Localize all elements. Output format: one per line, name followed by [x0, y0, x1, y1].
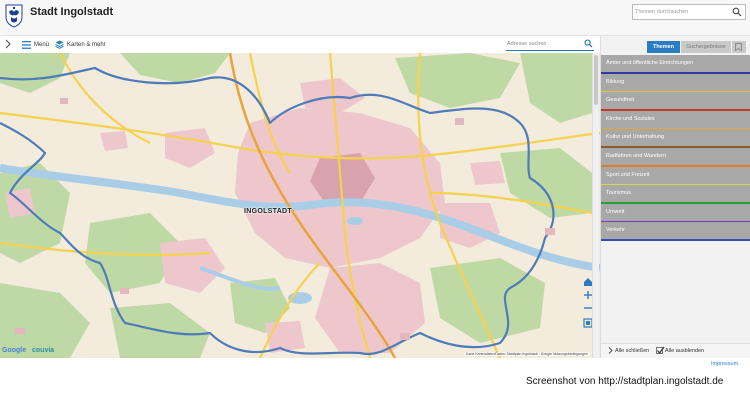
map-attribution[interactable]: Karte Kartendaten/Daten: Stadtplan Ingol… [464, 352, 591, 356]
topics-panel: Themen Suchergebnisse Ämter und öffentli… [600, 36, 750, 358]
tab-search-results[interactable]: Suchergebnisse [681, 41, 731, 53]
address-search-box[interactable] [506, 38, 594, 51]
hide-all-checkbox[interactable] [656, 346, 665, 354]
impressum-link[interactable]: Impressum [711, 361, 738, 367]
menu-button[interactable]: Menü [22, 38, 49, 51]
topic-search-input[interactable] [635, 6, 729, 18]
hide-all-toggle[interactable]: Alle ausblenden [656, 346, 705, 354]
category-verkehr[interactable]: Verkehr [601, 222, 750, 241]
category-bildung[interactable]: Bildung [601, 73, 750, 93]
tab-bookmarks[interactable] [732, 41, 746, 53]
category-color-line [601, 239, 750, 241]
topic-category-list: Ämter und öffentliche Einrichtungen Bild… [601, 55, 750, 241]
map-scrollbar[interactable] [592, 53, 599, 358]
city-map[interactable]: INGOLSTADT Google couvia Karte Kartendat… [0, 53, 600, 358]
category-radfahren[interactable]: Radfahren und Wandern [601, 147, 750, 167]
layers-icon [55, 40, 64, 49]
map-city-label: INGOLSTADT [244, 208, 292, 215]
city-crest-logo [5, 4, 23, 28]
topic-search-box[interactable] [632, 4, 746, 20]
bookmark-icon [735, 43, 742, 51]
map-canvas[interactable] [0, 53, 600, 358]
category-umwelt[interactable]: Umwelt [601, 203, 750, 223]
panel-footer: Alle schließen Alle ausblenden [601, 343, 750, 358]
hamburger-icon [22, 40, 31, 49]
screenshot-caption: Screenshot von http://stadtplan.ingolsta… [526, 376, 724, 387]
map-toolbar: Menü Karten & mehr [0, 36, 600, 53]
category-kultur[interactable]: Kultur und Unterhaltung [601, 129, 750, 148]
checkmark-icon [657, 346, 665, 354]
couvia-logo: couvia [32, 347, 55, 354]
hide-all-label: Alle ausblenden [665, 347, 705, 354]
search-icon[interactable] [584, 39, 593, 48]
category-tourismus[interactable]: Tourismus [601, 185, 750, 204]
app-header: Stadt Ingolstadt [0, 0, 750, 36]
category-kirche-soziales[interactable]: Kirche und Soziales [601, 110, 750, 130]
category-gesundheit[interactable]: Gesundheit [601, 92, 750, 111]
menu-label: Menü [34, 41, 50, 48]
tab-themen[interactable]: Themen [647, 41, 680, 53]
site-title: Stadt Ingolstadt [30, 6, 114, 18]
google-logo: Google [2, 347, 27, 354]
category-sport[interactable]: Sport und Freizeit [601, 166, 750, 186]
maps-and-more-label: Karten & mehr [67, 41, 106, 48]
close-all-button[interactable]: Alle schließen [608, 347, 649, 354]
chevron-right-icon[interactable] [4, 39, 12, 49]
close-all-label: Alle schließen [615, 347, 650, 354]
category-aemter[interactable]: Ämter und öffentliche Einrichtungen [601, 55, 750, 74]
search-icon[interactable] [732, 7, 742, 17]
panel-tabs: Themen Suchergebnisse [647, 41, 746, 53]
address-search-input[interactable] [507, 39, 579, 49]
chevron-right-icon [608, 347, 613, 354]
maps-and-more-button[interactable]: Karten & mehr [55, 38, 106, 51]
scrollbar-thumb[interactable] [594, 55, 598, 105]
